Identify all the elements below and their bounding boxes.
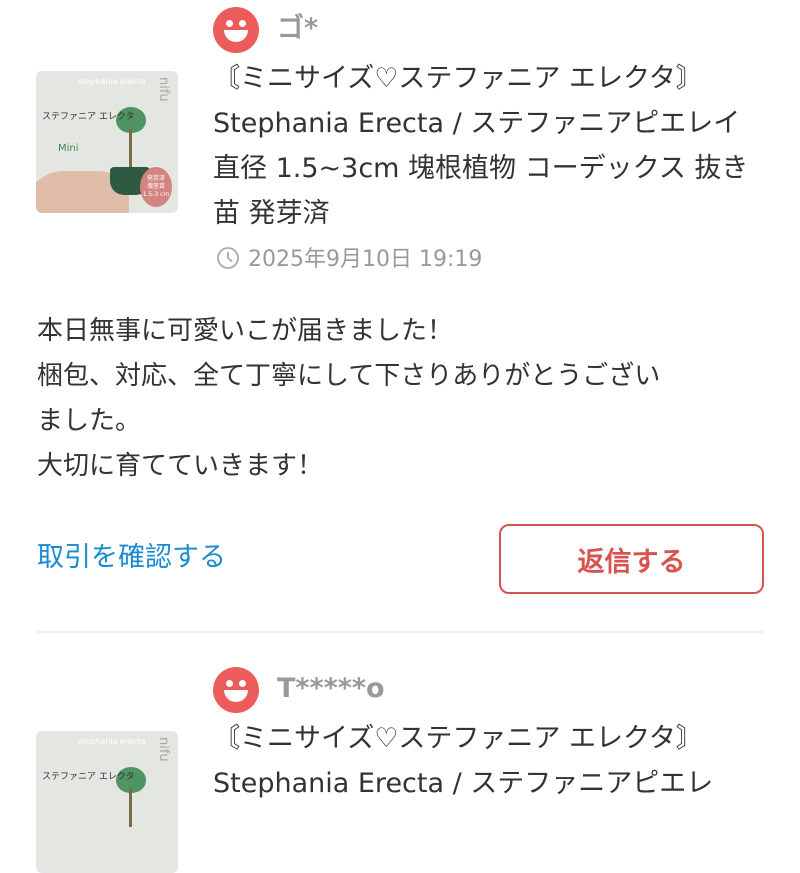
clock-icon	[217, 247, 239, 269]
review-date-text: 2025年9月10日 19:19	[248, 247, 483, 272]
comment-line: 本日無事に可愛いこが届きました！	[37, 316, 454, 346]
thumbnail-label: ステファニア エレクタ	[42, 112, 135, 122]
product-title[interactable]: 〘ミニサイズ♡ステファニア エレクタ〙 Stephania Erecta / ス…	[213, 716, 773, 806]
thumbnail-label: ステファニア エレクタ	[42, 772, 135, 782]
comment-line: ました。	[37, 406, 142, 436]
product-thumbnail[interactable]: stephania erecta nifu ステファニア エレクタ	[36, 731, 178, 873]
thumbnail-script-text: stephania erecta	[78, 77, 146, 86]
avatar-eye-right	[239, 680, 246, 687]
comment-line: 大切に育てていきます！	[37, 451, 324, 481]
reply-button[interactable]: 返信する	[499, 524, 764, 594]
product-title[interactable]: 〘ミニサイズ♡ステファニア エレクタ〙 Stephania Erecta / ス…	[213, 56, 773, 236]
smiley-face-icon	[213, 667, 259, 713]
thumbnail-brand: nifu	[156, 77, 171, 102]
reviewer-name: ゴ*	[277, 13, 319, 44]
avatar-eye-left	[226, 680, 233, 687]
thumbnail-brand: nifu	[156, 737, 171, 762]
review-date: 2025年9月10日 19:19	[216, 244, 482, 276]
review-comment: 本日無事に可愛いこが届きました！ 梱包、対応、全て丁寧にして下さりありがとうござ…	[37, 309, 767, 489]
avatar-mouth	[224, 30, 248, 42]
avatar-eye-right	[239, 20, 246, 27]
reviewer-name: T*****o	[277, 673, 385, 704]
comment-line: 梱包、対応、全て丁寧にして下さりありがとうござい	[37, 361, 661, 391]
smiley-face-icon	[213, 7, 259, 53]
thumbnail-mini-label: Mini	[58, 143, 79, 154]
thumbnail-stem	[129, 789, 132, 827]
confirm-transaction-link[interactable]: 取引を確認する	[37, 539, 226, 577]
thumbnail-stem	[129, 129, 132, 167]
avatar-mouth	[224, 690, 248, 702]
divider	[36, 631, 764, 633]
thumbnail-script-text: stephania erecta	[78, 737, 146, 746]
thumbnail-size-tag: 発芽済 塊茎苗 1.5-3 cm	[140, 167, 172, 207]
product-thumbnail[interactable]: stephania erecta nifu ステファニア エレクタ Mini 発…	[36, 71, 178, 213]
avatar-eye-left	[226, 20, 233, 27]
